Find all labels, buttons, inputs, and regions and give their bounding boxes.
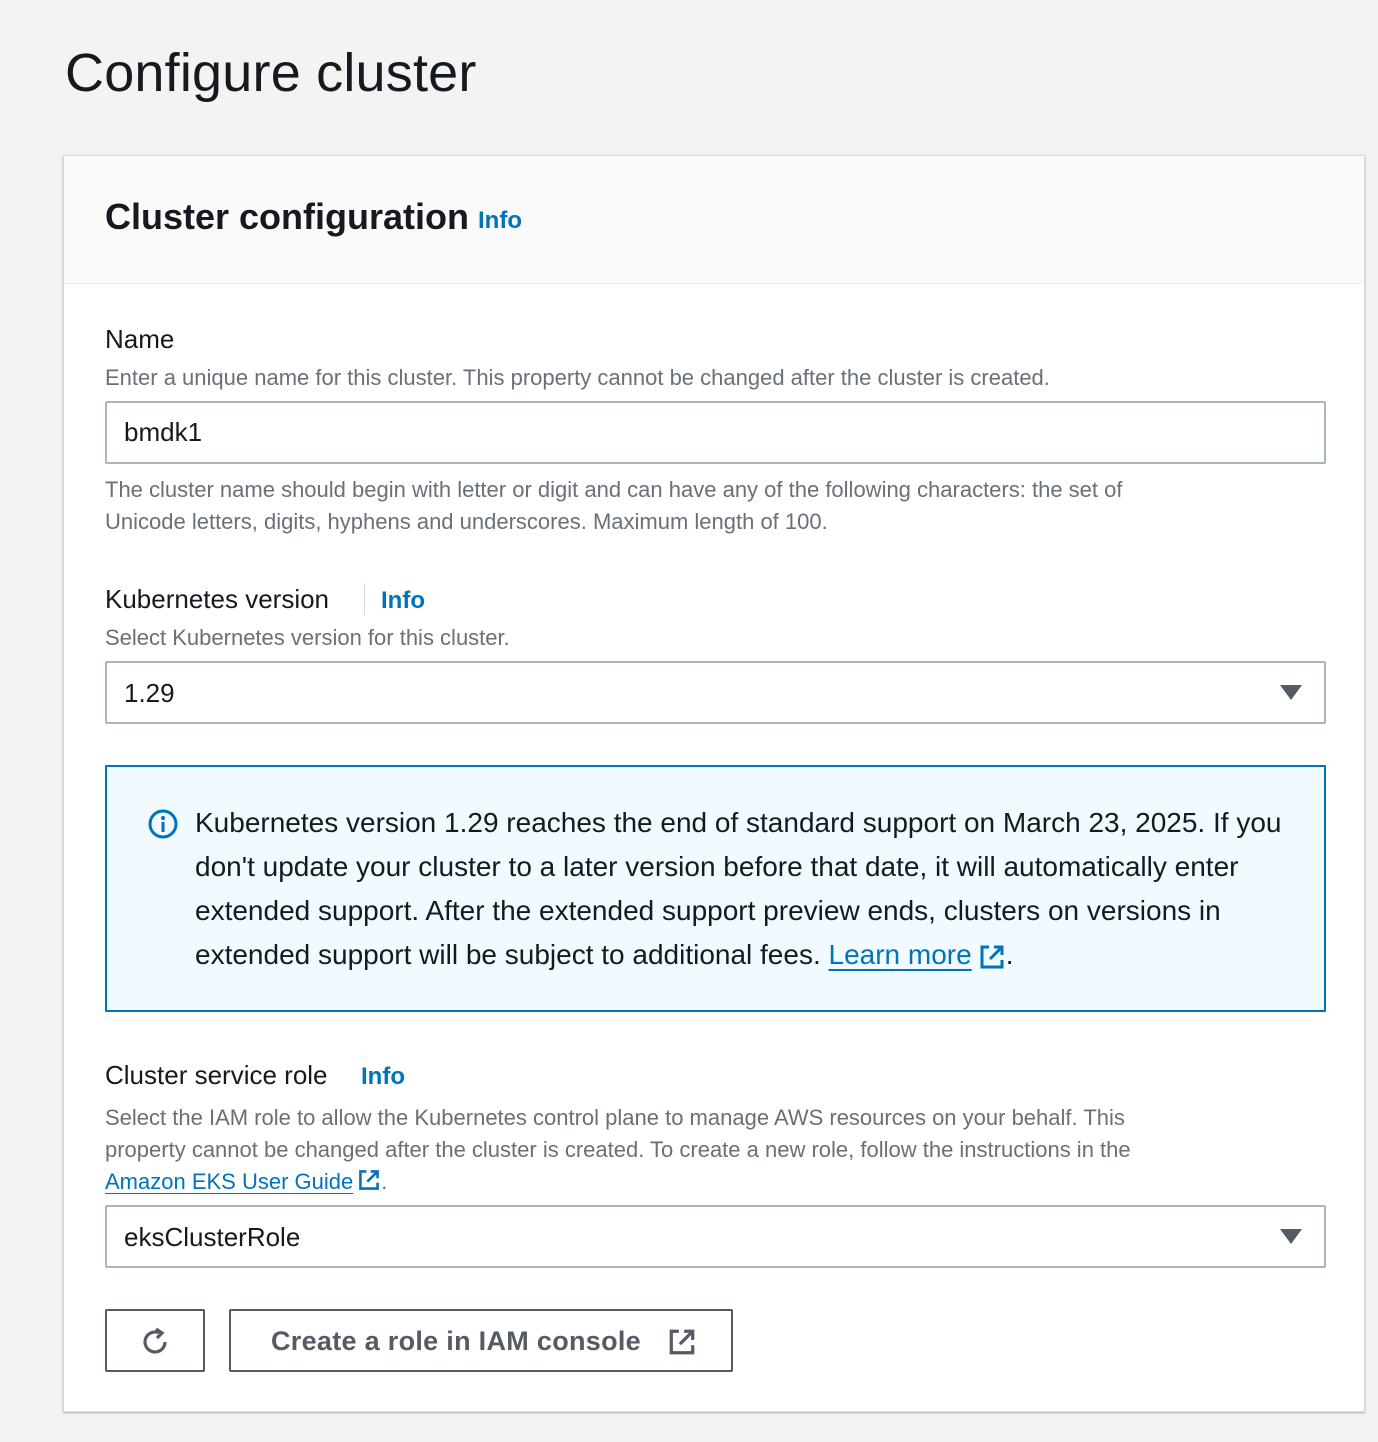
version-info-link[interactable]: Info <box>381 587 425 615</box>
panel-header: Cluster configuration Info <box>64 156 1364 284</box>
eks-user-guide-link[interactable]: Amazon EKS User Guide <box>105 1169 381 1194</box>
info-circle-icon <box>148 809 178 839</box>
create-role-button[interactable]: Create a role in IAM console <box>229 1309 733 1372</box>
external-link-icon <box>980 945 1004 969</box>
refresh-icon <box>143 1327 167 1354</box>
role-label: Cluster service role <box>105 1060 328 1090</box>
version-select-value: 1.29 <box>124 678 175 708</box>
name-label: Name <box>105 324 175 354</box>
caret-down-icon <box>1280 685 1302 700</box>
caret-down-icon <box>1280 1229 1302 1244</box>
role-description-line3: Amazon EKS User Guide. <box>105 1169 388 1194</box>
version-label: Kubernetes version <box>105 584 330 614</box>
name-constraint-line2: Unicode letters, digits, hyphens and und… <box>105 509 828 534</box>
support-alert: Kubernetes version 1.29 reaches the end … <box>105 765 1326 1012</box>
alert-message: Kubernetes version 1.29 reaches the end … <box>195 807 1282 970</box>
name-constraint-line1: The cluster name should begin with lette… <box>105 477 1123 502</box>
panel-title: Cluster configuration <box>105 196 470 237</box>
external-link-icon <box>669 1329 695 1355</box>
panel-info-link[interactable]: Info <box>478 207 522 235</box>
role-description-line2: property cannot be changed after the clu… <box>105 1137 1131 1162</box>
learn-more-link[interactable]: Learn more <box>829 939 1006 970</box>
role-select[interactable]: eksClusterRole <box>105 1205 1326 1268</box>
external-link-icon <box>359 1170 380 1190</box>
name-description: Enter a unique name for this cluster. Th… <box>105 365 1050 390</box>
refresh-button[interactable] <box>105 1309 205 1372</box>
name-input[interactable] <box>105 401 1326 464</box>
version-select[interactable]: 1.29 <box>105 661 1326 724</box>
label-divider <box>364 583 365 615</box>
version-description: Select Kubernetes version for this clust… <box>105 625 510 650</box>
role-description-line1: Select the IAM role to allow the Kuberne… <box>105 1105 1125 1130</box>
cluster-configuration-panel: Cluster configuration Info Name Enter a … <box>63 155 1365 1412</box>
role-info-link[interactable]: Info <box>361 1063 405 1091</box>
alert-message-text: Kubernetes version 1.29 reaches the end … <box>195 807 1282 970</box>
page-title: Configure cluster <box>65 43 477 103</box>
role-select-value: eksClusterRole <box>124 1222 301 1252</box>
create-role-label: Create a role in IAM console <box>271 1326 641 1356</box>
